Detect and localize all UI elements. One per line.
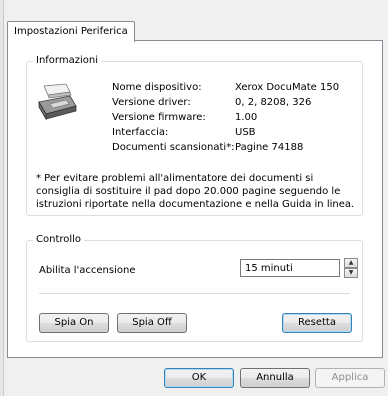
info-group: Informazioni Nome dispositivo: Xerox Doc…	[26, 55, 363, 216]
power-on-time-input[interactable]	[240, 259, 340, 277]
device-settings-dialog: Impostazioni Periferica Informazioni Nom…	[0, 0, 388, 396]
info-label: Versione driver:	[112, 97, 191, 108]
ok-button[interactable]: OK	[164, 368, 234, 388]
reset-button[interactable]: Resetta	[282, 313, 352, 333]
info-value: Xerox DocuMate 150	[235, 82, 340, 93]
info-row: Nome dispositivo: Xerox DocuMate 150	[112, 80, 339, 95]
info-label: Interfaccia:	[112, 127, 169, 138]
lamp-off-button[interactable]: Spia Off	[117, 313, 187, 333]
window-edge	[0, 0, 4, 396]
info-label: Versione firmware:	[112, 112, 206, 123]
info-row: Interfaccia: USB	[112, 125, 339, 140]
tab-device-settings[interactable]: Impostazioni Periferica	[7, 21, 135, 42]
info-group-title: Informazioni	[33, 55, 101, 67]
info-label: Nome dispositivo:	[112, 82, 202, 93]
info-table: Nome dispositivo: Xerox DocuMate 150 Ver…	[112, 80, 339, 155]
lamp-on-button[interactable]: Spia On	[39, 313, 109, 333]
info-value: USB	[235, 127, 256, 138]
control-group: Controllo Abilita l'accensione ▲ ▼ Spia …	[26, 234, 363, 342]
power-on-spinner: ▲ ▼	[344, 258, 358, 278]
cancel-button[interactable]: Annulla	[240, 368, 310, 388]
control-divider	[39, 293, 350, 294]
info-row: Versione driver: 0, 2, 8208, 326	[112, 95, 339, 110]
info-label: Documenti scansionati*:	[112, 142, 235, 153]
info-value: Pagine 74188	[235, 142, 304, 153]
apply-button[interactable]: Applica	[315, 368, 385, 388]
info-value: 0, 2, 8208, 326	[235, 97, 312, 108]
control-group-title: Controllo	[33, 234, 85, 246]
info-row: Versione firmware: 1.00	[112, 110, 339, 125]
info-row: Documenti scansionati*: Pagine 74188	[112, 140, 339, 155]
spin-up-icon[interactable]: ▲	[344, 258, 358, 268]
scanner-icon	[38, 83, 77, 121]
spin-down-icon[interactable]: ▼	[344, 268, 358, 278]
pad-replacement-note: * Per evitare problemi all'alimentatore …	[36, 173, 355, 210]
info-value: 1.00	[235, 112, 258, 123]
power-on-label: Abilita l'accensione	[39, 265, 136, 276]
